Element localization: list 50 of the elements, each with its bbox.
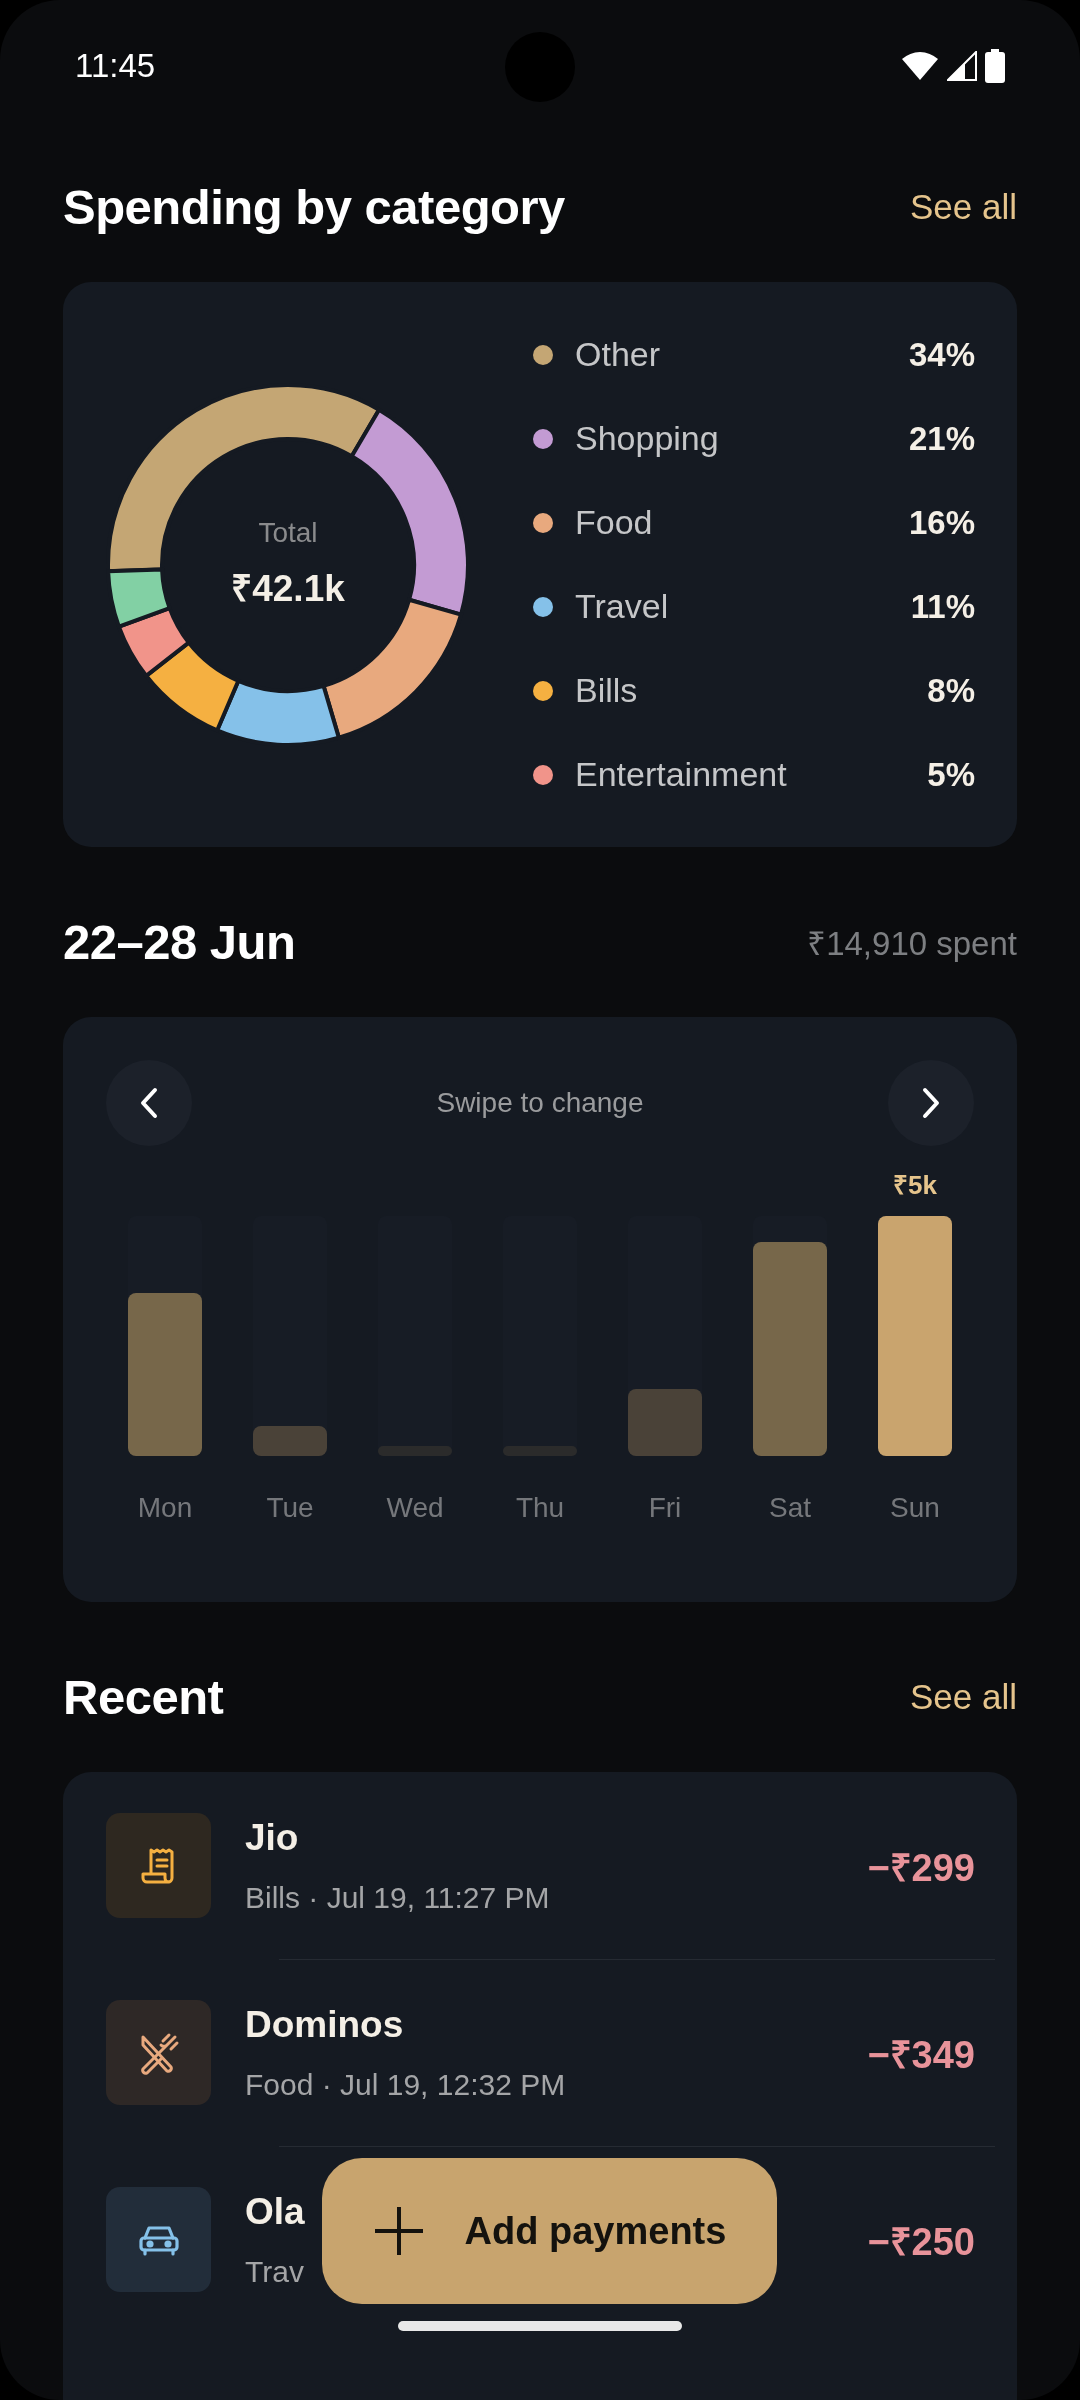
- legend-label: Bills: [575, 671, 639, 710]
- transaction-detail: Food · Jul 19, 12:32 PM: [245, 2067, 566, 2102]
- day-label: Mon: [137, 1492, 193, 1524]
- legend-percent: 11%: [910, 587, 975, 626]
- add-payments-button[interactable]: Add payments: [322, 2158, 777, 2304]
- legend-label: Entertainment: [575, 755, 788, 794]
- battery-icon: [985, 49, 1005, 83]
- legend-percent: 5%: [927, 755, 975, 794]
- home-indicator[interactable]: [398, 2321, 682, 2331]
- recent-title: Recent: [63, 1669, 224, 1725]
- see-all-link[interactable]: See all: [909, 1677, 1017, 1717]
- wifi-icon: [901, 51, 939, 81]
- legend-label: Other: [575, 335, 662, 374]
- day-label: Thu: [515, 1492, 565, 1524]
- day-label: Wed: [386, 1492, 444, 1524]
- transaction-detail: Trav: [245, 2254, 304, 2289]
- legend-label: Travel: [575, 587, 670, 626]
- legend-label: Shopping: [575, 419, 720, 458]
- day-label: Tue: [266, 1492, 314, 1524]
- week-spent: ₹14,910 spent: [807, 923, 1017, 964]
- transaction-amount: −₹349: [867, 2032, 975, 2078]
- legend-percent: 21%: [908, 419, 975, 458]
- day-bar[interactable]: [253, 1426, 327, 1456]
- day-label: Sat: [769, 1492, 811, 1524]
- day-bar[interactable]: [753, 1242, 827, 1456]
- total-amount: ₹42.1k: [231, 567, 345, 611]
- total-label: Total: [258, 517, 318, 549]
- day-bar[interactable]: [128, 1292, 202, 1456]
- legend-percent: 16%: [908, 503, 975, 542]
- transaction-name: Jio: [245, 1816, 299, 1859]
- bar-value-label: ₹5k: [893, 1169, 937, 1202]
- week-title: 22–28 Jun: [63, 914, 296, 970]
- day-label: Fri: [648, 1492, 682, 1524]
- day-bar[interactable]: [878, 1216, 952, 1456]
- transaction-amount: −₹250: [867, 2219, 975, 2265]
- swipe-hint: Swipe to change: [436, 1087, 644, 1119]
- day-label: Sun: [890, 1492, 940, 1524]
- legend-percent: 34%: [908, 335, 975, 374]
- legend-label: Food: [575, 503, 654, 542]
- section-title: Spending by category: [63, 179, 565, 235]
- transaction-name: Ola: [245, 2190, 305, 2233]
- see-all-link[interactable]: See all: [909, 187, 1017, 227]
- status-time: 11:45: [75, 47, 156, 85]
- plus-icon: [372, 2205, 425, 2257]
- day-bar[interactable]: [628, 1388, 702, 1456]
- signal-icon: [947, 51, 977, 81]
- transaction-amount: −₹299: [867, 1845, 975, 1891]
- transaction-name: Dominos: [245, 2003, 404, 2046]
- legend-percent: 8%: [927, 671, 975, 710]
- transaction-detail: Bills · Jul 19, 11:27 PM: [245, 1880, 550, 1915]
